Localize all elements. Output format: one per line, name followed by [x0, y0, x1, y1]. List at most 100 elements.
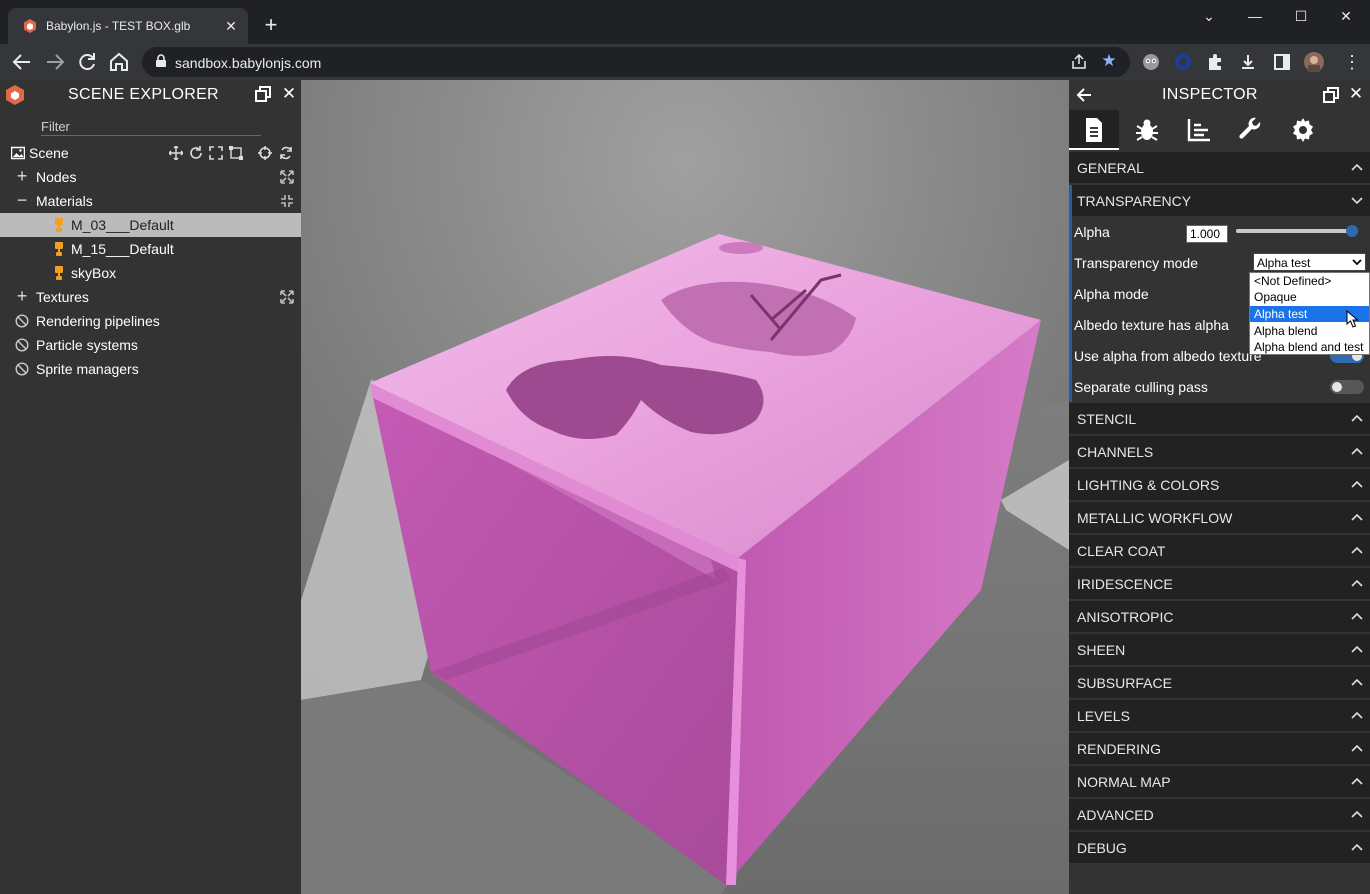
- section-label: CLEAR COAT: [1077, 543, 1166, 559]
- chevron-up-icon: [1351, 843, 1363, 851]
- chevron-up-icon: [1351, 744, 1363, 752]
- forward-icon[interactable]: [43, 50, 67, 74]
- tree-item-material[interactable]: skyBox: [0, 261, 301, 285]
- crosshair-icon[interactable]: [258, 146, 272, 160]
- bar-chart-icon: [1187, 119, 1210, 142]
- alpha-input[interactable]: [1186, 225, 1228, 243]
- share-icon[interactable]: [1070, 53, 1088, 71]
- back-arrow-icon[interactable]: [1075, 86, 1093, 104]
- section-transparency[interactable]: TRANSPARENCY: [1069, 185, 1370, 216]
- section-rendering[interactable]: RENDERING: [1069, 733, 1370, 764]
- rotate-gizmo-icon[interactable]: [189, 146, 203, 160]
- section-label: LIGHTING & COLORS: [1077, 477, 1220, 493]
- section-lighting-colors[interactable]: LIGHTING & COLORS: [1069, 469, 1370, 500]
- transparency-mode-dropdown[interactable]: <Not Defined> Opaque Alpha test Alpha bl…: [1249, 272, 1370, 355]
- new-tab-icon[interactable]: +: [259, 14, 283, 38]
- properties-tab[interactable]: [1069, 110, 1119, 150]
- dropdown-option[interactable]: Opaque: [1250, 289, 1369, 305]
- dropdown-option[interactable]: Alpha blend and test: [1250, 339, 1369, 354]
- more-icon[interactable]: ⋮: [1340, 50, 1364, 74]
- tools-tab[interactable]: [1225, 110, 1275, 150]
- section-general[interactable]: GENERAL: [1069, 152, 1370, 183]
- statistics-tab[interactable]: [1173, 110, 1223, 150]
- collapse-all-icon[interactable]: [280, 194, 294, 208]
- render-canvas[interactable]: [301, 80, 1069, 894]
- puzzle-extensions-icon[interactable]: [1205, 52, 1225, 72]
- profile-avatar[interactable]: [1304, 52, 1324, 72]
- transparency-mode-select[interactable]: Alpha test: [1253, 253, 1366, 271]
- settings-tab[interactable]: [1277, 110, 1327, 150]
- tab-search-icon[interactable]: ⌄: [1186, 4, 1232, 28]
- close-icon[interactable]: ✕: [1348, 85, 1364, 103]
- back-icon[interactable]: [10, 50, 34, 74]
- section-label: IRIDESCENCE: [1077, 576, 1173, 592]
- popout-icon[interactable]: [1323, 87, 1339, 103]
- section-advanced[interactable]: ADVANCED: [1069, 799, 1370, 830]
- expand-plus-icon[interactable]: +: [14, 167, 30, 186]
- bounding-box-gizmo-icon[interactable]: [229, 146, 243, 160]
- section-normal-map[interactable]: NORMAL MAP: [1069, 766, 1370, 797]
- file-icon: [1086, 118, 1102, 142]
- star-icon[interactable]: ★: [1100, 52, 1118, 70]
- move-gizmo-icon[interactable]: [169, 146, 183, 160]
- tree-item-material-selected[interactable]: M_03___Default: [0, 213, 301, 237]
- maximize-icon[interactable]: ☐: [1278, 4, 1324, 28]
- separate-culling-toggle[interactable]: [1330, 380, 1364, 394]
- refresh-icon[interactable]: [279, 146, 293, 160]
- extension-icon[interactable]: [1141, 52, 1161, 72]
- tree-item-material[interactable]: M_15___Default: [0, 237, 301, 261]
- scale-gizmo-icon[interactable]: [209, 146, 223, 160]
- reload-icon[interactable]: [75, 50, 99, 74]
- url-text[interactable]: sandbox.babylonjs.com: [175, 55, 321, 71]
- dropdown-option[interactable]: <Not Defined>: [1250, 273, 1369, 289]
- section-sheen[interactable]: SHEEN: [1069, 634, 1370, 665]
- tree-item-label: Rendering pipelines: [36, 313, 160, 329]
- section-subsurface[interactable]: SUBSURFACE: [1069, 667, 1370, 698]
- section-debug[interactable]: DEBUG: [1069, 832, 1370, 863]
- tree-item-textures[interactable]: + Textures: [0, 285, 301, 309]
- collapse-minus-icon[interactable]: −: [14, 191, 30, 210]
- expand-plus-icon[interactable]: +: [14, 287, 30, 306]
- section-channels[interactable]: CHANNELS: [1069, 436, 1370, 467]
- window-close-icon[interactable]: ✕: [1323, 4, 1369, 28]
- download-icon[interactable]: [1238, 52, 1258, 72]
- alpha-slider-thumb[interactable]: [1346, 225, 1358, 237]
- section-anisotropic[interactable]: ANISOTROPIC: [1069, 601, 1370, 632]
- toggle-knob: [1332, 382, 1342, 392]
- chevron-down-icon: [1352, 259, 1362, 266]
- close-icon[interactable]: ✕: [281, 85, 297, 103]
- tab-close-icon[interactable]: ✕: [222, 17, 240, 35]
- inspector-panel: INSPECTOR ✕ GENERAL TRANSPARENCY Alpha 1…: [1069, 80, 1370, 894]
- lock-icon[interactable]: [154, 54, 168, 68]
- wrench-icon: [1239, 117, 1261, 139]
- tree-item-sprite-managers[interactable]: Sprite managers: [0, 357, 301, 381]
- browser-tab-bar: Babylon.js - TEST BOX.glb ✕ + ⌄ — ☐ ✕: [0, 0, 1370, 44]
- chevron-up-icon: [1351, 711, 1363, 719]
- minimize-icon[interactable]: —: [1232, 4, 1278, 28]
- section-clear-coat[interactable]: CLEAR COAT: [1069, 535, 1370, 566]
- extension-icon[interactable]: [1173, 52, 1193, 72]
- tree-item-particle-systems[interactable]: Particle systems: [0, 333, 301, 357]
- section-stencil[interactable]: STENCIL: [1069, 403, 1370, 434]
- filter-input[interactable]: [41, 118, 261, 136]
- section-levels[interactable]: LEVELS: [1069, 700, 1370, 731]
- section-label: STENCIL: [1077, 411, 1137, 427]
- home-icon[interactable]: [107, 50, 131, 74]
- address-bar[interactable]: sandbox.babylonjs.com ★: [142, 47, 1130, 77]
- alpha-slider[interactable]: [1236, 225, 1358, 237]
- expand-all-icon[interactable]: [280, 170, 294, 184]
- tree-item-label: Materials: [36, 193, 93, 209]
- popout-icon[interactable]: [255, 86, 271, 102]
- debug-tab[interactable]: [1121, 110, 1171, 150]
- side-panel-icon[interactable]: [1272, 52, 1292, 72]
- tree-item-materials[interactable]: − Materials: [0, 189, 301, 213]
- browser-tab[interactable]: Babylon.js - TEST BOX.glb ✕: [8, 8, 248, 44]
- inspector-tabs: [1069, 110, 1370, 150]
- section-metallic-workflow[interactable]: METALLIC WORKFLOW: [1069, 502, 1370, 533]
- section-iridescence[interactable]: IRIDESCENCE: [1069, 568, 1370, 599]
- tree-item-rendering-pipelines[interactable]: Rendering pipelines: [0, 309, 301, 333]
- tree-item-nodes[interactable]: + Nodes: [0, 165, 301, 189]
- tree-item-scene[interactable]: Scene: [0, 141, 301, 165]
- expand-all-icon[interactable]: [280, 290, 294, 304]
- alpha-slider-fill: [1236, 229, 1352, 233]
